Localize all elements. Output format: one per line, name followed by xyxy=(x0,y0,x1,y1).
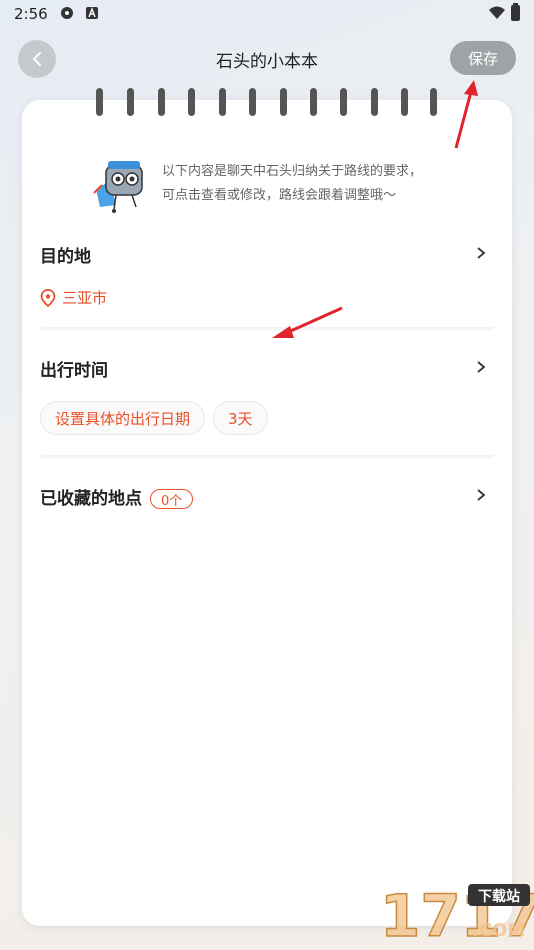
ring xyxy=(430,88,437,116)
robot-mascot-icon xyxy=(93,161,143,213)
saved-places-label: 已收藏的地点 xyxy=(40,489,142,509)
ring xyxy=(127,88,134,116)
chevron-right-icon xyxy=(477,489,486,501)
destination-city: 三亚市 xyxy=(62,289,108,307)
divider xyxy=(40,455,494,459)
ring xyxy=(249,88,256,116)
ring xyxy=(280,88,287,116)
chevron-right-icon xyxy=(477,361,486,373)
ring xyxy=(188,88,195,116)
site-watermark-logo: 17178 下载站 .COM xyxy=(379,881,534,950)
svg-text:下载站: 下载站 xyxy=(478,888,520,905)
status-bar: 2:56 xyxy=(0,0,534,28)
annotation-arrow-icon xyxy=(454,80,478,149)
ring xyxy=(371,88,378,116)
divider xyxy=(40,327,494,331)
saved-places-title: 已收藏的地点 0个 xyxy=(40,484,494,509)
svg-text:.COM: .COM xyxy=(472,920,525,941)
settings-sync-icon xyxy=(61,7,73,19)
a-notification-icon xyxy=(86,7,98,19)
ring xyxy=(340,88,347,116)
ring xyxy=(310,88,317,116)
wifi-icon xyxy=(489,6,505,19)
ring xyxy=(96,88,103,116)
ring xyxy=(401,88,408,116)
travel-time-title: 出行时间 xyxy=(40,361,108,381)
ring xyxy=(219,88,226,116)
travel-time-section[interactable]: 出行时间 设置具体的出行日期 3天 xyxy=(40,356,494,435)
saved-places-section[interactable]: 已收藏的地点 0个 xyxy=(40,484,494,509)
annotation-arrow-icon xyxy=(272,306,343,338)
saved-places-count-badge: 0个 xyxy=(150,489,194,509)
tip-line-1: 以下内容是聊天中石头归纳关于路线的要求， xyxy=(162,164,423,179)
status-time: 2:56 xyxy=(14,5,48,23)
notebook-rings xyxy=(22,88,512,118)
set-date-chip[interactable]: 设置具体的出行日期 xyxy=(40,401,206,435)
location-pin-icon xyxy=(40,288,56,307)
tip-line-2: 可点击查看或修改，路线会跟着调整哦～ xyxy=(162,188,397,203)
battery-icon xyxy=(511,3,520,21)
notebook-card: 以下内容是聊天中石头归纳关于路线的要求， 可点击查看或修改，路线会跟着调整哦～ … xyxy=(22,88,512,926)
chevron-right-icon xyxy=(477,247,486,259)
days-chip[interactable]: 3天 xyxy=(213,401,268,435)
save-button[interactable]: 保存 xyxy=(450,41,516,75)
travel-time-chips: 设置具体的出行日期 3天 xyxy=(40,401,494,435)
destination-section[interactable]: 目的地 三亚市 xyxy=(40,242,494,308)
ring xyxy=(158,88,165,116)
destination-value[interactable]: 三亚市 xyxy=(40,287,494,308)
tip-text: 以下内容是聊天中石头归纳关于路线的要求， 可点击查看或修改，路线会跟着调整哦～ xyxy=(162,160,472,208)
destination-title: 目的地 xyxy=(40,247,91,267)
